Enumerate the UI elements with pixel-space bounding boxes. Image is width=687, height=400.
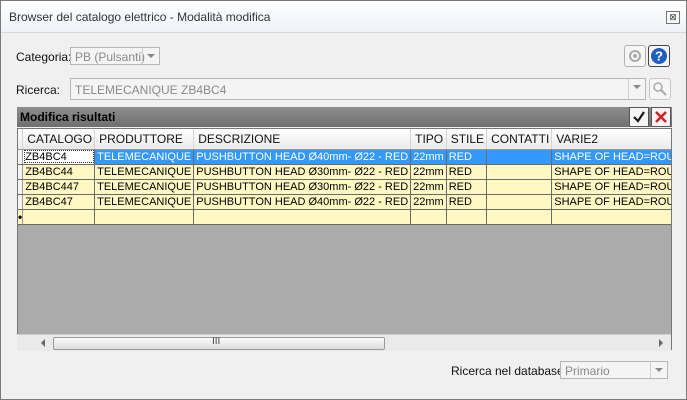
column-header[interactable]: STILE [446,129,488,150]
gear-icon [629,50,641,62]
search-value: TELEMECANIQUE ZB4BC4 [75,83,227,97]
column-header[interactable]: PRODUTTORE [94,129,195,150]
table-cell[interactable]: RED [446,194,488,210]
table-cell[interactable]: SHAPE OF HEAD=ROUND [551,149,671,165]
table-cell[interactable] [486,179,553,195]
table-cell[interactable] [22,209,96,225]
table-cell[interactable] [551,209,671,225]
category-dropdown[interactable]: PB (Pulsanti) [70,47,160,65]
table-cell[interactable] [486,194,553,210]
help-icon: ? [651,48,667,64]
column-header[interactable]: CATALOGO [22,129,96,150]
table-cell[interactable] [94,209,195,225]
table-cell[interactable]: PUSHBUTTON HEAD Ø40mm- Ø22 - RED [193,194,412,210]
chevron-down-icon[interactable] [142,48,159,64]
results-panel-header: Modifica risultati [17,107,672,127]
results-grid[interactable]: CATALOGO PRODUTTORE DESCRIZIONE TIPO STI… [17,128,672,350]
settings-button[interactable] [624,45,646,67]
table-cell[interactable]: RED [446,164,488,180]
scrollbar-thumb[interactable]: III [53,336,385,350]
close-icon [655,111,667,123]
close-button[interactable]: ⊠ [666,11,680,24]
table-cell[interactable] [486,164,553,180]
table-cell[interactable]: PUSHBUTTON HEAD Ø40mm- Ø22 - RED [193,149,412,165]
table-cell[interactable]: TELEMECANIQUE [94,149,195,165]
table-cell[interactable]: SHAPE OF HEAD=ROUND [551,164,671,180]
table-cell[interactable] [486,209,553,225]
search-input[interactable]: TELEMECANIQUE ZB4BC4 [70,78,646,100]
table-cell[interactable]: SHAPE OF HEAD=ROUND [551,179,671,195]
table-cell[interactable]: PUSHBUTTON HEAD Ø30mm- Ø22 - RED [193,179,412,195]
column-header[interactable]: CONTATTI [486,129,553,150]
table-cell[interactable]: RED [446,149,488,165]
table-cell[interactable] [193,209,412,225]
database-value: Primario [565,364,610,378]
cancel-button[interactable] [651,107,671,127]
new-row[interactable]: • [18,209,671,225]
results-panel-title: Modifica risultati [20,110,116,124]
chevron-down-icon[interactable] [628,79,645,99]
column-header[interactable]: DESCRIZIONE [193,129,412,150]
category-value: PB (Pulsanti) [75,50,146,64]
column-header[interactable]: VARIE2 [551,129,671,150]
table-row[interactable]: ZB4BC4 TELEMECANIQUE PUSHBUTTON HEAD Ø40… [18,149,671,165]
table-cell[interactable] [410,209,447,225]
search-icon [653,82,667,96]
catalog-browser-window: Browser del catalogo elettrico - Modalit… [0,0,687,400]
confirm-button[interactable] [629,107,649,127]
table-cell[interactable] [486,149,553,165]
table-cell[interactable]: 22mm [410,179,447,195]
window-title: Browser del catalogo elettrico - Modalit… [9,10,271,24]
table-cell[interactable]: ZB4BC447 [22,179,96,195]
new-row-marker: • [18,209,24,225]
help-button[interactable]: ? [648,45,670,67]
table-cell[interactable]: RED [446,179,488,195]
scroll-right-icon[interactable] [659,339,663,347]
table-row[interactable]: ZB4BC44 TELEMECANIQUE PUSHBUTTON HEAD Ø3… [18,164,671,180]
table-row[interactable]: ZB4BC447 TELEMECANIQUE PUSHBUTTON HEAD Ø… [18,179,671,195]
table-cell[interactable]: ZB4BC44 [22,164,96,180]
horizontal-scrollbar[interactable]: III [17,334,671,351]
column-header[interactable]: TIPO [410,129,447,150]
category-label: Categoria: [16,50,72,64]
search-button[interactable] [649,78,671,100]
grip-icon: III [212,336,221,347]
header-row: CATALOGO PRODUTTORE DESCRIZIONE TIPO STI… [18,129,671,150]
table-cell[interactable]: TELEMECANIQUE [94,179,195,195]
results-table: CATALOGO PRODUTTORE DESCRIZIONE TIPO STI… [18,129,671,225]
close-icon[interactable]: ⊠ [669,12,677,22]
table-cell[interactable]: ZB4BC4 [22,149,96,165]
table-cell[interactable]: 22mm [410,149,447,165]
table-cell[interactable]: PUSHBUTTON HEAD Ø30mm- Ø22 - RED [193,164,412,180]
svg-text:?: ? [655,49,663,64]
search-label: Ricerca: [16,83,61,97]
title-bar: Browser del catalogo elettrico - Modalit… [1,1,686,33]
table-cell[interactable]: TELEMECANIQUE [94,194,195,210]
database-dropdown[interactable]: Primario [560,361,668,379]
chevron-down-icon[interactable] [650,362,667,378]
table-cell[interactable]: SHAPE OF HEAD=ROUND [551,194,671,210]
table-cell[interactable]: 22mm [410,164,447,180]
table-row[interactable]: ZB4BC47 TELEMECANIQUE PUSHBUTTON HEAD Ø4… [18,194,671,210]
table-cell[interactable]: ZB4BC47 [22,194,96,210]
scroll-left-icon[interactable] [41,339,45,347]
checkmark-icon [633,111,645,123]
database-label: Ricerca nel database: [451,364,568,378]
table-cell[interactable] [446,209,488,225]
table-cell[interactable]: 22mm [410,194,447,210]
table-cell[interactable]: TELEMECANIQUE [94,164,195,180]
